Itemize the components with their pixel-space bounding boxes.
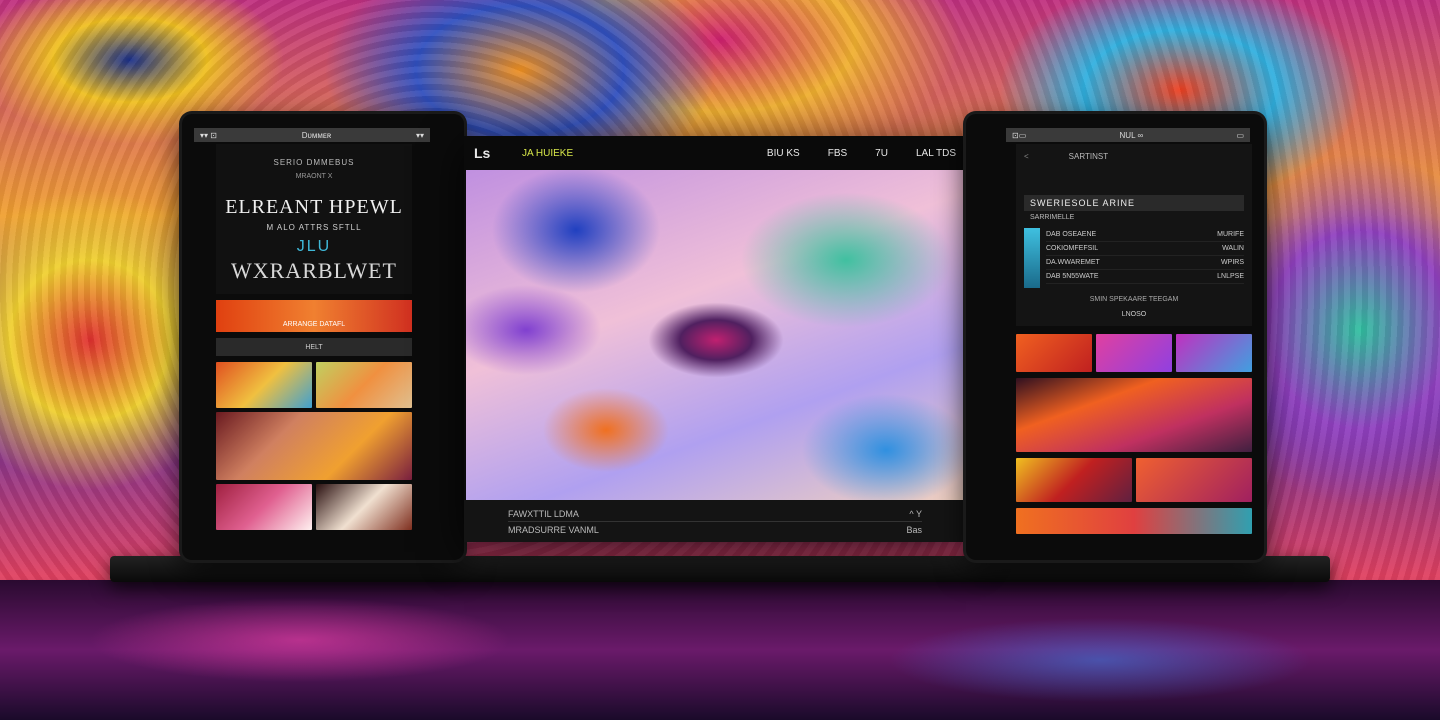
left-phone: ▾▾ ⊡ Dᴜᴍᴍᴇʀ ▾▾ SERIO DMMEBUS MRAONT X EL… [182, 114, 464, 560]
thumbnail-grid-wide [1016, 378, 1252, 452]
hero-kicker: SERIO DMMEBUS [273, 158, 355, 167]
thumbnail-grid [216, 362, 412, 408]
thumbnail-grid [1016, 458, 1252, 502]
featured-artwork[interactable] [466, 170, 964, 500]
caption-meta: Bas [906, 524, 922, 535]
left-phone-screen: SERIO DMMEBUS MRAONT X ELREANT HPEWL M A… [216, 144, 412, 560]
card-footer: SMIN SPEKAARE TEEGAM [1089, 296, 1179, 303]
thumbnail-image[interactable] [216, 412, 412, 480]
battery-icon: ▭ [1236, 130, 1244, 140]
caption-title: FAWXTTIL LDMA [508, 508, 579, 519]
caption-subtitle: MRADSURRE VANML [508, 524, 599, 535]
thumbnail-image[interactable] [1016, 508, 1252, 534]
list-item[interactable]: COKIOMFEFSIL WALIN [1046, 242, 1244, 256]
artwork-caption-bar: FAWXTTIL LDMA ^ Y MRADSURRE VANML Bas [464, 500, 966, 542]
thumbnail-grid-wide [216, 412, 412, 480]
thumbnail-image[interactable] [1016, 334, 1092, 372]
settings-header: < SARTINST [1024, 152, 1244, 161]
right-phone-status-title: NUL ∞ [1119, 130, 1144, 140]
brand-name[interactable]: JA HUIEKE [522, 148, 749, 159]
thumbnail-image[interactable] [1136, 458, 1252, 502]
caption-row: FAWXTTIL LDMA ^ Y [508, 506, 922, 522]
action-button[interactable]: HELT [216, 338, 412, 356]
hero-title-secondary: WXRARBLWET [230, 258, 397, 283]
list-item-value: LNLPSE [1217, 273, 1244, 280]
settings-title: SARTINST [1068, 152, 1109, 161]
nav-menu: BIU KS FBS 7U LAL TDS [767, 148, 956, 159]
thumbnail-image[interactable] [1016, 378, 1252, 452]
list-item-label: DA.WWAREMET [1046, 259, 1100, 266]
list-item-label: DAB 5N55WATE [1046, 273, 1099, 280]
promo-strip-label: ARRANGE DATAFL [282, 321, 346, 328]
hero-accent-text: JLU [296, 238, 332, 255]
right-phone-status-bar: ⊡▭ NUL ∞ ▭ [1006, 128, 1250, 142]
back-arrow-icon[interactable]: < [1024, 152, 1029, 161]
thumbnail-image[interactable] [1176, 334, 1252, 372]
left-phone-status-bar: ▾▾ ⊡ Dᴜᴍᴍᴇʀ ▾▾ [194, 128, 430, 142]
list-item-value: MURIFE [1217, 231, 1244, 238]
caption-row: MRADSURRE VANML Bas [508, 522, 922, 537]
list-item-value: WPIRS [1221, 259, 1244, 266]
signal-icon: ⊡▭ [1012, 130, 1027, 140]
list-item[interactable]: DAB 5N55WATE LNLPSE [1046, 270, 1244, 284]
thumbnail-grid-wide [1016, 508, 1252, 534]
thumbnail-image[interactable] [316, 484, 412, 530]
thumbnail-image[interactable] [1016, 458, 1132, 502]
settings-card: < SARTINST SWERIESOLE ARINE SARRIMELLE D… [1016, 144, 1252, 326]
thumbnail-image[interactable] [216, 484, 312, 530]
promo-strip[interactable]: ARRANGE DATAFL [216, 300, 412, 332]
right-phone-screen: < SARTINST SWERIESOLE ARINE SARRIMELLE D… [1016, 144, 1252, 560]
nav-item[interactable]: LAL TDS [916, 148, 956, 159]
nav-item[interactable]: BIU KS [767, 148, 800, 159]
list-item[interactable]: DAB OSEAENE MURIFE [1046, 228, 1244, 242]
hero-card: SERIO DMMEBUS MRAONT X ELREANT HPEWL M A… [216, 144, 412, 294]
thumbnail-grid [1016, 334, 1252, 372]
center-monitor: Ls JA HUIEKE BIU KS FBS 7U LAL TDS FAWXT… [464, 136, 966, 542]
list-item-label: COKIOMFEFSIL [1046, 245, 1099, 252]
hero-tagline: M ALO ATTRS SFTLL [266, 223, 362, 232]
list-item[interactable]: DA.WWAREMET WPIRS [1046, 256, 1244, 270]
nav-item[interactable]: 7U [875, 148, 888, 159]
thumbnail-image[interactable] [1096, 334, 1172, 372]
list-subtitle: SARRIMELLE [1030, 214, 1075, 221]
list-item-label: DAB OSEAENE [1046, 231, 1097, 238]
list-item-value: WALIN [1222, 245, 1244, 252]
nav-item[interactable]: FBS [828, 148, 847, 159]
reflective-floor [0, 580, 1440, 720]
hero-title: ELREANT HPEWL [225, 196, 403, 218]
site-logo[interactable]: Ls [474, 145, 504, 161]
card-link[interactable]: LNOSO [1024, 311, 1244, 318]
caption-controls[interactable]: ^ Y [909, 509, 922, 519]
color-swatch [1024, 228, 1040, 288]
list-title: SWERIESOLE ARINE [1024, 195, 1244, 211]
right-phone: ⊡▭ NUL ∞ ▭ < SARTINST SWERIESOLE ARINE S… [966, 114, 1264, 560]
left-phone-status-title: Dᴜᴍᴍᴇʀ [301, 130, 332, 140]
battery-icon: ▾▾ [415, 130, 424, 140]
signal-icon: ▾▾ ⊡ [200, 130, 217, 140]
thumbnail-grid [216, 484, 412, 530]
thumbnail-image[interactable] [216, 362, 312, 408]
top-navigation-bar: Ls JA HUIEKE BIU KS FBS 7U LAL TDS [464, 136, 966, 170]
hero-subtitle: MRAONT X [295, 173, 333, 180]
settings-list: DAB OSEAENE MURIFE COKIOMFEFSIL WALIN DA.W… [1024, 228, 1244, 288]
thumbnail-image[interactable] [316, 362, 412, 408]
